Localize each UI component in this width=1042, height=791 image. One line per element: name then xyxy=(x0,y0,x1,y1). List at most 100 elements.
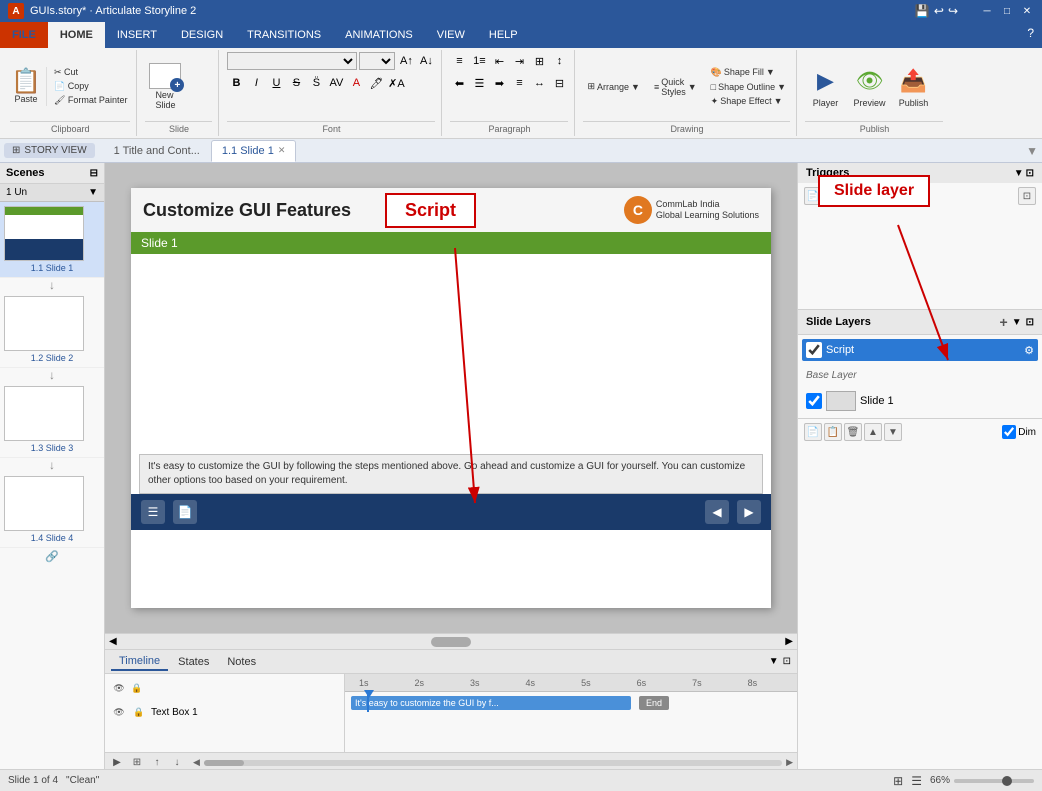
quick-styles-button[interactable]: ≡ QuickStyles ▼ xyxy=(650,75,701,99)
slide-thumb-4[interactable]: 1.4 Slide 4 xyxy=(0,472,104,548)
tab-title-and-cont[interactable]: 1 Title and Cont... xyxy=(103,140,211,162)
timeline-add-button[interactable]: ▶ xyxy=(109,755,125,770)
tab-animations[interactable]: ANIMATIONS xyxy=(333,22,425,48)
bold-button[interactable]: B xyxy=(227,74,245,92)
tab-home[interactable]: HOME xyxy=(48,22,105,48)
clear-format-button[interactable]: ✗A xyxy=(387,74,405,92)
help-icon[interactable]: ? xyxy=(1019,22,1042,48)
slide-thumb-2[interactable]: 1.2 Slide 2 xyxy=(0,292,104,368)
script-layer-checkbox[interactable] xyxy=(806,342,822,358)
track-row-eye[interactable]: 👁 xyxy=(111,704,127,720)
highlight-button[interactable]: 🖊 xyxy=(367,74,385,92)
arrange-button[interactable]: ⊞ Arrange ▼ xyxy=(583,79,644,94)
line-spacing-button[interactable]: ↕ xyxy=(550,52,568,70)
close-button[interactable]: ✕ xyxy=(1020,4,1034,18)
new-slide-button[interactable]: + NewSlide xyxy=(145,61,185,112)
scenes-expand-icon[interactable]: ⊟ xyxy=(90,168,98,179)
menu-icon[interactable]: ☰ xyxy=(141,500,165,524)
track-eye-icon[interactable]: 👁 xyxy=(111,680,127,696)
window-controls[interactable]: 💾 ↩ ↪ ─ □ ✕ xyxy=(915,4,1034,18)
cut-button[interactable]: ✂ Cut xyxy=(51,66,130,79)
tab-design[interactable]: DESIGN xyxy=(169,22,235,48)
timeline-tab-states[interactable]: States xyxy=(170,654,217,670)
scroll-thumb[interactable] xyxy=(431,637,471,647)
scene-dropdown-icon[interactable]: ▼ xyxy=(88,187,98,198)
story-view-tab[interactable]: ⊞ STORY VIEW xyxy=(4,143,95,158)
numbered-list-button[interactable]: 1≡ xyxy=(470,52,488,70)
timeline-group-button[interactable]: ↑ xyxy=(149,755,165,770)
shape-fill-button[interactable]: 🎨 Shape Fill ▼ xyxy=(707,66,790,79)
timeline-lock-button[interactable]: ⊞ xyxy=(129,755,145,770)
tab-help[interactable]: HELP xyxy=(477,22,530,48)
tab-close-button[interactable]: ✕ xyxy=(278,145,286,156)
add-layer-button[interactable]: + xyxy=(1000,314,1008,330)
layer-down-button[interactable]: ▼ xyxy=(884,423,902,441)
tab-scroll-right[interactable]: ▼ xyxy=(1026,144,1038,158)
zoom-thumb[interactable] xyxy=(1002,776,1012,786)
triggers-expand-icon[interactable]: ⊡ xyxy=(1026,168,1034,179)
timeline-scroll-thumb[interactable] xyxy=(204,760,244,766)
layer-copy-button[interactable]: 📋 xyxy=(824,423,842,441)
layer-delete-button[interactable]: 🗑 xyxy=(844,423,862,441)
layers-expand-icon[interactable]: ⊡ xyxy=(1026,317,1034,328)
align-right-button[interactable]: ➡ xyxy=(490,74,508,92)
strikethrough-button[interactable]: S xyxy=(287,74,305,92)
trigger-expand-button[interactable]: ⊡ xyxy=(1018,187,1036,205)
publish-button[interactable]: 📤 Publish xyxy=(893,63,933,110)
zoom-slider[interactable] xyxy=(954,779,1034,783)
timeline-dropdown[interactable]: ▼ xyxy=(769,656,779,667)
convert-to-smartart-button[interactable]: ⊟ xyxy=(550,74,568,92)
script-layer-item[interactable]: Script ⚙ xyxy=(802,339,1038,361)
timeline-h-scrollbar[interactable] xyxy=(204,760,782,766)
scroll-left-btn[interactable]: ◀ xyxy=(109,636,117,647)
timeline-expand[interactable]: ⊡ xyxy=(783,656,791,667)
scroll-right-btn[interactable]: ▶ xyxy=(785,636,793,647)
player-button[interactable]: ▶ Player xyxy=(805,63,845,110)
copy-button[interactable]: 📄 Copy xyxy=(51,80,130,93)
font-decrease-button[interactable]: A↓ xyxy=(417,52,435,70)
script-layer-settings-icon[interactable]: ⚙ xyxy=(1024,344,1034,357)
slide-text-box[interactable]: It's easy to customize the GUI by follow… xyxy=(139,454,763,494)
font-size-select[interactable] xyxy=(359,52,395,70)
align-justify-button[interactable]: ≡ xyxy=(510,74,528,92)
h-scrollbar[interactable]: ◀ ▶ xyxy=(105,633,797,649)
layers-dropdown-icon[interactable]: ▼ xyxy=(1012,317,1022,328)
quick-access-redo[interactable]: ↪ xyxy=(948,4,958,18)
timeline-tab-notes[interactable]: Notes xyxy=(219,654,264,670)
base-slide1-item[interactable]: Slide 1 xyxy=(802,388,1038,414)
paste-button[interactable]: 📋 Paste xyxy=(10,67,42,106)
italic-button[interactable]: I xyxy=(247,74,265,92)
align-left-button[interactable]: ⬅ xyxy=(450,74,468,92)
bullet-list-button[interactable]: ≡ xyxy=(450,52,468,70)
dim-button[interactable]: Dim xyxy=(1002,425,1036,439)
maximize-button[interactable]: □ xyxy=(1000,4,1014,18)
prev-button[interactable]: ◀ xyxy=(705,500,729,524)
slide-canvas[interactable]: Customize GUI Features C CommLab India G… xyxy=(131,188,771,608)
tab-transitions[interactable]: TRANSITIONS xyxy=(235,22,333,48)
layer-new-button[interactable]: 📄 xyxy=(804,423,822,441)
underline-button[interactable]: U xyxy=(267,74,285,92)
shape-effect-button[interactable]: ✦ Shape Effect ▼ xyxy=(707,95,790,108)
tab-insert[interactable]: INSERT xyxy=(105,22,169,48)
font-family-select[interactable] xyxy=(227,52,357,70)
columns-button[interactable]: ⊞ xyxy=(530,52,548,70)
base-slide1-checkbox[interactable] xyxy=(806,393,822,409)
layer-up-button[interactable]: ▲ xyxy=(864,423,882,441)
shape-outline-button[interactable]: □ Shape Outline ▼ xyxy=(707,81,790,93)
timeline-tab-timeline[interactable]: Timeline xyxy=(111,653,168,671)
notes-icon[interactable]: 📄 xyxy=(173,500,197,524)
tab-slide-1[interactable]: 1.1 Slide 1 ✕ xyxy=(211,140,297,162)
quick-access-undo[interactable]: ↩ xyxy=(934,4,944,18)
minimize-button[interactable]: ─ xyxy=(980,4,994,18)
text-direction-button[interactable]: ↔ xyxy=(530,74,548,92)
char-spacing-button[interactable]: AV xyxy=(327,74,345,92)
dim-checkbox[interactable] xyxy=(1002,425,1016,439)
tab-view[interactable]: VIEW xyxy=(425,22,477,48)
increase-indent-button[interactable]: ⇥ xyxy=(510,52,528,70)
font-increase-button[interactable]: A↑ xyxy=(397,52,415,70)
triggers-dropdown-icon[interactable]: ▼ xyxy=(1014,168,1024,179)
text-shadow-button[interactable]: S̈ xyxy=(307,74,325,92)
timeline-bar-textbox1[interactable]: It's easy to customize the GUI by f... xyxy=(351,696,631,710)
quick-access-save[interactable]: 💾 xyxy=(915,4,930,18)
tab-file[interactable]: FILE xyxy=(0,22,48,48)
